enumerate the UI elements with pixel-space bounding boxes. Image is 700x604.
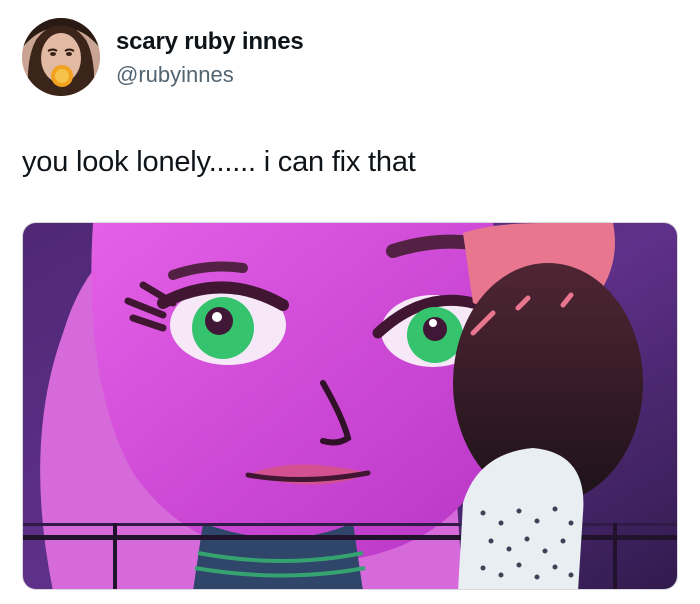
avatar[interactable] xyxy=(22,18,100,96)
avatar-photo-icon xyxy=(22,18,100,96)
display-name[interactable]: scary ruby innes xyxy=(116,28,304,56)
tweet-card: scary ruby innes @rubyinnes you look lon… xyxy=(0,0,700,604)
tweet-media-image[interactable] xyxy=(22,222,678,590)
user-handle[interactable]: @rubyinnes xyxy=(116,62,234,88)
tweet-text: you look lonely...... i can fix that xyxy=(22,146,416,178)
mii-face-image xyxy=(23,223,677,589)
